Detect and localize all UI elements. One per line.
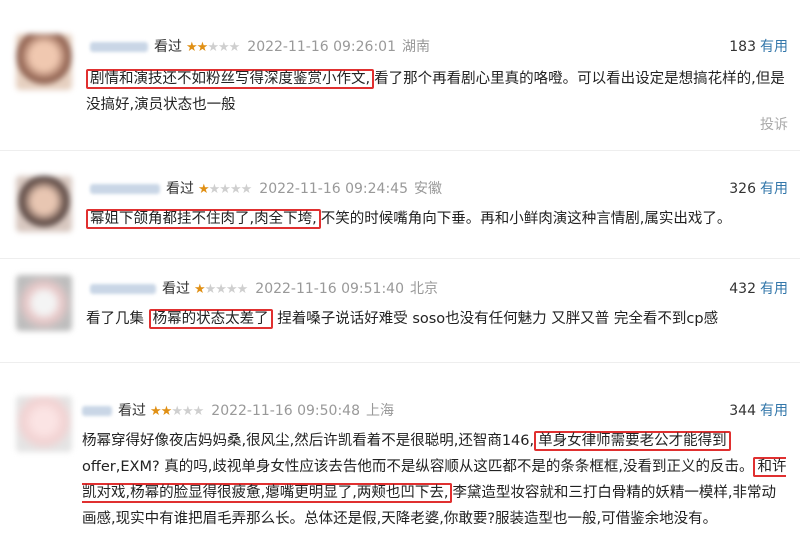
watch-status: 看过: [166, 181, 194, 197]
watch-status: 看过: [154, 39, 182, 55]
useful-count: 432: [729, 281, 756, 297]
review-location: 北京: [409, 281, 438, 297]
highlighted-text: 杨幂的状态太差了: [148, 309, 273, 329]
avatar[interactable]: [16, 34, 72, 90]
watch-status: 看过: [118, 403, 146, 419]
useful-count: 326: [729, 181, 756, 197]
rating-stars: ★★★★★: [198, 182, 252, 197]
highlighted-text: 单身女律师需要老公才能得到: [534, 431, 731, 451]
useful-vote[interactable]: 326 有用: [729, 178, 788, 200]
rating-stars: ★★★★★: [194, 282, 248, 297]
avatar[interactable]: [16, 176, 72, 232]
username[interactable]: [90, 42, 148, 52]
watch-status: 看过: [162, 281, 190, 297]
review-time: 2022-11-16 09:24:45: [259, 181, 408, 197]
review-location: 安徽: [413, 181, 442, 197]
highlighted-text: 剧情和演技还不如粉丝写得深度鉴赏小作文,: [86, 69, 375, 89]
useful-count: 183: [729, 39, 756, 55]
useful-button[interactable]: 有用: [760, 403, 788, 419]
review-header: 看过 ★★★★★ 2022-11-16 09:50:48 上海: [82, 400, 394, 422]
review-header: 看过 ★★★★★ 2022-11-16 09:26:01 湖南: [90, 36, 430, 58]
divider: [0, 150, 800, 151]
divider: [0, 258, 800, 259]
username[interactable]: [90, 184, 160, 194]
useful-count: 344: [729, 403, 756, 419]
review-header: 看过 ★★★★★ 2022-11-16 09:24:45 安徽: [90, 178, 442, 200]
highlighted-text: 幂姐下颌角都挂不住肉了,肉全下垮,: [86, 209, 321, 229]
review-text: 剧情和演技还不如粉丝写得深度鉴赏小作文, 看了那个再看剧心里真的咯噔。可以看出设定…: [86, 69, 785, 113]
report-link[interactable]: 投诉: [760, 114, 788, 134]
review-header: 看过 ★★★★★ 2022-11-16 09:51:40 北京: [90, 278, 438, 300]
review-text: 杨幂穿得好像夜店妈妈桑,很风尘,然后许凯看着不是很聪明,还智商146, 单身女律师…: [82, 431, 787, 527]
divider: [0, 362, 800, 363]
useful-button[interactable]: 有用: [760, 281, 788, 297]
review-location: 湖南: [401, 39, 430, 55]
username[interactable]: [90, 284, 156, 294]
avatar[interactable]: [16, 275, 72, 331]
review-time: 2022-11-16 09:50:48: [211, 403, 360, 419]
review-time: 2022-11-16 09:51:40: [255, 281, 404, 297]
useful-vote[interactable]: 344 有用: [729, 400, 788, 422]
useful-button[interactable]: 有用: [760, 39, 788, 55]
useful-vote[interactable]: 432 有用: [729, 278, 788, 300]
avatar[interactable]: [16, 396, 72, 452]
rating-stars: ★★★★★: [150, 404, 204, 419]
useful-vote[interactable]: 183 有用: [729, 36, 788, 58]
useful-button[interactable]: 有用: [760, 181, 788, 197]
review-text: 看了几集 杨幂的状态太差了 捏着嗓子说话好难受 soso也没有任何魅力 又胖又普…: [86, 309, 719, 329]
review-text: 幂姐下颌角都挂不住肉了,肉全下垮, 不笑的时候嘴角向下垂。再和小鲜肉演这种言情剧,…: [86, 206, 788, 232]
rating-stars: ★★★★★: [186, 40, 240, 55]
review-location: 上海: [365, 403, 394, 419]
username[interactable]: [82, 406, 112, 416]
review-time: 2022-11-16 09:26:01: [247, 39, 396, 55]
